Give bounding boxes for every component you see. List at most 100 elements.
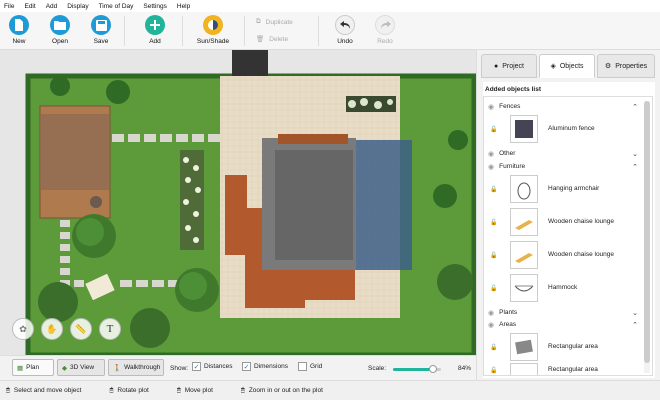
- category-furniture[interactable]: ◉ Furniture ⌃: [488, 161, 638, 172]
- eye-icon[interactable]: ◉: [488, 163, 494, 171]
- list-item-aluminum-fence[interactable]: 🔓 Aluminum fence: [488, 114, 638, 144]
- scale-slider[interactable]: [393, 365, 441, 373]
- tab-objects[interactable]: ◈ Objects: [539, 54, 595, 78]
- panel-tabs: ● Project ◈ Objects ⚙ Properties: [477, 54, 660, 78]
- plan-canvas[interactable]: ✿ ✋ 📏 T: [0, 50, 476, 355]
- menu-help[interactable]: Help: [177, 3, 190, 10]
- objects-list: ◉ Fences ⌃ 🔓 Aluminum fence ◉ Other ⌄ ◉ …: [483, 96, 653, 376]
- mouse-wheel-icon: 🖱: [240, 386, 245, 394]
- objects-list-title: Added objects list: [485, 86, 541, 93]
- hand-tool[interactable]: ✋: [41, 318, 63, 340]
- chevron-down-icon[interactable]: ⌄: [632, 309, 638, 317]
- category-plants[interactable]: ◉ Plants ⌄: [488, 307, 638, 318]
- open-button[interactable]: Open: [41, 12, 79, 50]
- redo-icon: [375, 15, 395, 35]
- eye-icon[interactable]: ◉: [488, 150, 494, 158]
- checkmark-icon: ✓: [192, 362, 201, 371]
- dimensions-checkbox[interactable]: ✓ Dimensions: [242, 362, 288, 371]
- status-bar: 🖱 Select and move object 🖱 Rotate plot 🖱…: [0, 380, 660, 400]
- duplicate-icon: ⧉: [256, 18, 261, 25]
- mouse-right-icon: 🖱: [109, 386, 114, 394]
- toolbar-divider: [124, 16, 125, 46]
- lock-icon[interactable]: 🔓: [490, 367, 500, 374]
- eye-icon[interactable]: ◉: [488, 103, 494, 111]
- add-button[interactable]: Add: [136, 12, 174, 50]
- eye-icon[interactable]: ◉: [488, 309, 494, 317]
- lock-icon[interactable]: 🔓: [490, 126, 500, 133]
- new-button[interactable]: New: [0, 12, 38, 50]
- category-other[interactable]: ◉ Other ⌄: [488, 148, 638, 159]
- chevron-up-icon[interactable]: ⌃: [632, 103, 638, 111]
- hammock-thumbnail: [510, 274, 538, 302]
- menu-edit[interactable]: Edit: [24, 3, 35, 10]
- plus-icon: [145, 15, 165, 35]
- lock-icon[interactable]: 🔓: [490, 285, 500, 292]
- 3d-view-button[interactable]: ◆ 3D View: [57, 359, 105, 376]
- menu-display[interactable]: Display: [67, 3, 88, 10]
- new-file-icon: [9, 15, 29, 35]
- folder-icon: [50, 15, 70, 35]
- toolbar: New Open Save Add Sun/Shade ⧉ Duplicate …: [0, 12, 660, 50]
- chaise-thumbnail: [510, 241, 538, 269]
- category-fences[interactable]: ◉ Fences ⌃: [488, 101, 638, 112]
- eye-icon[interactable]: ◉: [488, 321, 494, 329]
- redo-button[interactable]: Redo: [366, 12, 404, 50]
- tab-properties[interactable]: ⚙ Properties: [597, 54, 655, 78]
- mouse-left-icon: 🖱: [6, 386, 10, 394]
- distances-checkbox[interactable]: ✓ Distances: [192, 362, 233, 371]
- terrain-icon: ✿: [19, 323, 27, 334]
- delete-button[interactable]: 🗑 Delete: [256, 35, 288, 44]
- side-panel: ● Project ◈ Objects ⚙ Properties Added o…: [476, 50, 660, 380]
- tab-project[interactable]: ● Project: [481, 54, 537, 78]
- chevron-up-icon[interactable]: ⌃: [632, 163, 638, 171]
- area-thumbnail: [510, 363, 538, 375]
- category-areas[interactable]: ◉ Areas ⌃: [488, 319, 638, 330]
- toolbar-divider: [244, 16, 245, 46]
- menu-time-of-day[interactable]: Time of Day: [99, 3, 134, 10]
- sun-shade-icon: [203, 15, 223, 35]
- trash-icon: 🗑: [256, 36, 265, 43]
- menu-add[interactable]: Add: [46, 3, 58, 10]
- text-icon: T: [106, 323, 114, 335]
- lock-icon[interactable]: 🔓: [490, 252, 500, 259]
- plan-icon: ▦: [17, 364, 24, 372]
- chevron-down-icon[interactable]: ⌄: [632, 150, 638, 158]
- checkmark-icon: ✓: [242, 362, 251, 371]
- list-item-hammock[interactable]: 🔓 Hammock: [488, 273, 638, 303]
- list-item-chaise-lounge-1[interactable]: 🔓 Wooden chaise lounge: [488, 207, 638, 237]
- list-item-rectangular-area-1[interactable]: 🔓 Rectangular area: [488, 332, 638, 362]
- duplicate-button[interactable]: ⧉ Duplicate: [256, 18, 293, 26]
- menu-settings[interactable]: Settings: [143, 3, 167, 10]
- list-item-chaise-lounge-2[interactable]: 🔓 Wooden chaise lounge: [488, 240, 638, 270]
- status-zoom-hint: 🖱 Zoom in or out on the plot: [240, 386, 323, 395]
- list-item-rectangular-area-2[interactable]: 🔓 Rectangular area: [488, 363, 638, 375]
- scrollbar-thumb[interactable]: [644, 101, 650, 363]
- lock-icon[interactable]: 🔓: [490, 344, 500, 351]
- text-tool[interactable]: T: [99, 318, 121, 340]
- sun-shade-button[interactable]: Sun/Shade: [194, 12, 232, 50]
- walk-icon: 🚶: [113, 364, 122, 372]
- layers-icon: ◈: [550, 63, 556, 70]
- toolbar-divider: [318, 16, 319, 46]
- list-scrollbar[interactable]: [644, 101, 650, 373]
- gear-icon: ⚙: [604, 63, 612, 70]
- grid-checkbox[interactable]: Grid: [298, 362, 322, 371]
- garden-plan: [0, 50, 476, 355]
- menu-file[interactable]: File: [4, 3, 14, 10]
- undo-button[interactable]: Undo: [326, 12, 364, 50]
- status-select-hint: 🖱 Select and move object: [6, 386, 82, 395]
- list-item-hanging-armchair[interactable]: 🔓 Hanging armchair: [488, 174, 638, 204]
- toolbar-divider: [182, 16, 183, 46]
- lock-icon[interactable]: 🔓: [490, 186, 500, 193]
- 3d-cube-icon: ◆: [62, 364, 67, 372]
- lock-icon[interactable]: 🔓: [490, 219, 500, 226]
- terrain-tool[interactable]: ✿: [12, 318, 34, 340]
- scale-slider-knob[interactable]: [429, 365, 438, 373]
- view-bar: ▦ Plan ◆ 3D View 🚶 Walkthrough Show: ✓ D…: [0, 355, 476, 380]
- plan-view-button[interactable]: ▦ Plan: [12, 359, 54, 376]
- save-button[interactable]: Save: [82, 12, 120, 50]
- walkthrough-button[interactable]: 🚶 Walkthrough: [108, 359, 164, 376]
- measure-tool[interactable]: 📏: [70, 318, 92, 340]
- area-thumbnail: [510, 333, 538, 361]
- chevron-up-icon[interactable]: ⌃: [632, 321, 638, 329]
